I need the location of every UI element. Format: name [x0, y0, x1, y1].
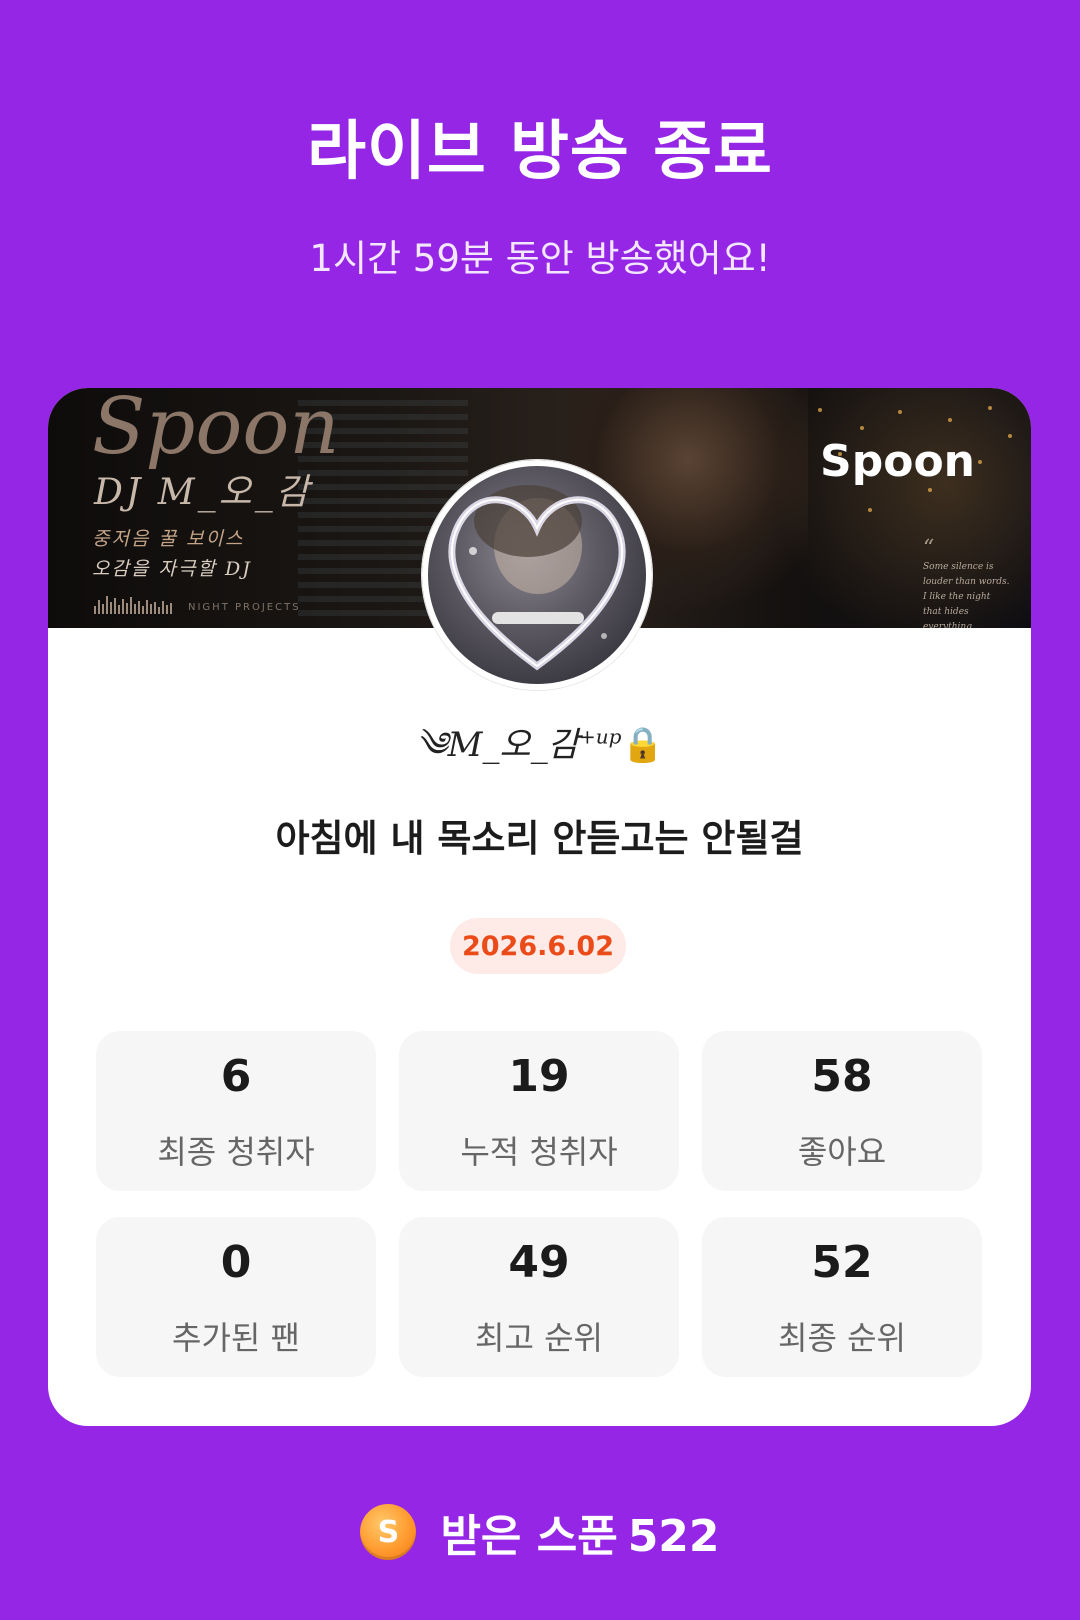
quote-line: I like the night	[923, 592, 991, 602]
stat-final-rank: 52 최종 순위	[702, 1217, 982, 1377]
stat-value: 6	[220, 1051, 252, 1102]
heart-frame-icon	[448, 485, 626, 671]
quote-line: that hides everything	[923, 607, 972, 628]
dj-name-suffix: +up	[579, 724, 622, 749]
stat-label: 추가된 팬	[172, 1319, 300, 1357]
avatar[interactable]	[422, 460, 652, 690]
quote-line: Some silence is	[923, 562, 994, 572]
stat-final-listeners: 6 최종 청취자	[96, 1031, 376, 1191]
banner-dj-name: DJ M_오_감	[94, 472, 312, 513]
spoon-coin-icon: S	[360, 1504, 417, 1560]
banner-quote: “ Some silence is louder than words. I l…	[923, 536, 1015, 629]
stat-best-rank: 49 최고 순위	[399, 1217, 679, 1377]
stat-value: 19	[508, 1051, 570, 1102]
stat-new-fans: 0 추가된 팬	[96, 1217, 376, 1377]
stat-value: 58	[811, 1051, 873, 1102]
quote-line: louder than words.	[923, 577, 1010, 587]
broadcast-duration: 1시간 59분 동안 방송했어요!	[309, 237, 771, 280]
banner-tagline-1: 중저음 꿀 보이스	[92, 528, 245, 550]
stat-value: 49	[508, 1237, 570, 1288]
stat-value: 52	[811, 1237, 873, 1288]
banner-tag: NIGHT PROJECTS	[188, 602, 301, 613]
summary-card: Spoon DJ M_오_감 중저음 꿀 보이스 오감을 자극할 DJ NIGH…	[48, 388, 1031, 1426]
banner-tagline-2: 오감을 자극할 DJ	[92, 558, 252, 580]
stat-likes: 58 좋아요	[702, 1031, 982, 1191]
stat-label: 누적 청취자	[460, 1133, 618, 1171]
received-spoons-label: 받은 스푼	[440, 1511, 618, 1562]
stat-label: 최종 청취자	[157, 1133, 315, 1171]
received-spoons-value: 522	[627, 1511, 720, 1562]
stat-label: 최고 순위	[475, 1319, 603, 1357]
date-badge: 2026.6.02	[450, 918, 626, 974]
stat-value: 0	[220, 1237, 252, 1288]
live-title: 아침에 내 목소리 안듣고는 안될걸	[275, 817, 804, 860]
page-title: 라이브 방송 종료	[307, 115, 773, 189]
dj-name-text: ༄M_오_감	[415, 725, 580, 765]
received-spoons: S 받은 스푼 522	[0, 1500, 1080, 1564]
banner-brand: Spoon	[820, 436, 975, 487]
quote-mark: “	[923, 536, 935, 561]
dj-name: ༄M_오_감+up🔒	[48, 706, 1031, 802]
stat-total-listeners: 19 누적 청취자	[399, 1031, 679, 1191]
stat-label: 좋아요	[797, 1133, 887, 1171]
stat-label: 최종 순위	[778, 1319, 906, 1357]
sound-wave-icon	[94, 594, 172, 614]
lock-icon: 🔒	[621, 725, 664, 765]
banner-logo-text: Spoon	[92, 388, 340, 472]
